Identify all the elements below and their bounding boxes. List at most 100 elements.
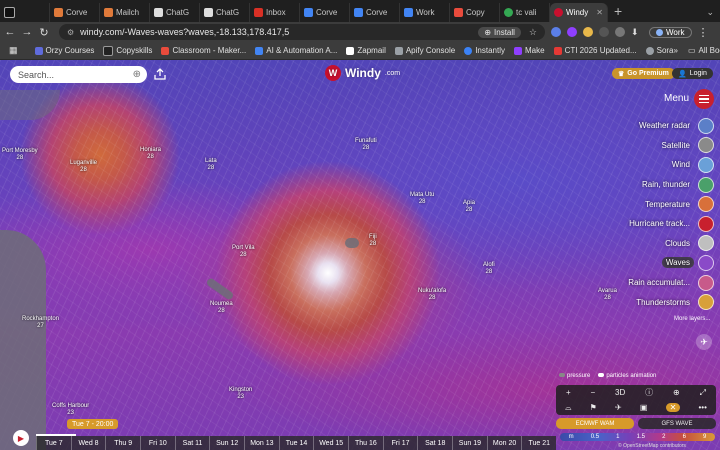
place-label[interactable]: Port Moresby 28 bbox=[2, 148, 38, 162]
download-icon[interactable]: ⬇ bbox=[631, 27, 641, 37]
bookmark-item[interactable]: Zapmail bbox=[346, 46, 386, 55]
place-label[interactable]: Noumea 28 bbox=[210, 301, 233, 315]
timeline-day[interactable]: Thu 16 bbox=[348, 436, 383, 450]
bookmark-item[interactable]: Sora bbox=[645, 46, 674, 55]
browser-tab[interactable]: Inbox bbox=[250, 3, 300, 22]
zoom-out-button[interactable]: − bbox=[590, 388, 595, 397]
timeline-day[interactable]: Tue 21 bbox=[521, 436, 556, 450]
timeline-day[interactable]: Sat 18 bbox=[417, 436, 452, 450]
place-label[interactable]: Lata 28 bbox=[205, 158, 217, 172]
flag-icon[interactable]: ⚑ bbox=[590, 403, 597, 412]
place-label[interactable]: Port Vila 28 bbox=[232, 245, 255, 259]
bookmark-item[interactable]: Apify Console bbox=[394, 46, 455, 55]
layer-item[interactable]: Clouds bbox=[594, 234, 714, 254]
browser-tab[interactable]: Copy bbox=[450, 3, 500, 22]
new-tab-button[interactable]: + bbox=[608, 3, 628, 22]
bookmark-star-icon[interactable]: ☆ bbox=[529, 27, 537, 38]
forward-icon[interactable]: → bbox=[20, 26, 34, 38]
timeline-day[interactable]: Sun 19 bbox=[452, 436, 487, 450]
layer-item[interactable]: Weather radar bbox=[594, 116, 714, 136]
zoom-in-button[interactable]: + bbox=[566, 388, 571, 397]
apps-grid-icon[interactable]: ▦ bbox=[9, 45, 18, 56]
menu-label[interactable]: Menu bbox=[664, 93, 689, 104]
compass-icon[interactable]: ⊕ bbox=[673, 388, 680, 397]
timeline-day[interactable]: Tue 14 bbox=[278, 436, 314, 450]
place-label[interactable]: Honiara 28 bbox=[140, 147, 161, 161]
place-label[interactable]: Fiji 28 bbox=[369, 234, 377, 248]
place-label[interactable]: Alofi 28 bbox=[483, 262, 495, 276]
browser-menu-icon[interactable]: ⋮ bbox=[698, 26, 709, 39]
browser-tab[interactable] bbox=[0, 3, 50, 22]
locate-me-icon[interactable]: ⊕ bbox=[133, 69, 141, 80]
browser-tab[interactable]: Work bbox=[400, 3, 450, 22]
layer-item[interactable]: Hurricane track... bbox=[594, 214, 714, 234]
share-button[interactable] bbox=[152, 66, 168, 82]
camera-icon[interactable]: ▣ bbox=[640, 403, 648, 412]
model-gfs-wave-button[interactable]: GFS WAVE bbox=[638, 418, 716, 429]
airplane-icon[interactable]: ✈ bbox=[696, 334, 712, 350]
windy-logo[interactable]: W Windy .com bbox=[325, 65, 400, 81]
info-icon[interactable]: ⓘ bbox=[645, 387, 653, 398]
timeline-day[interactable]: Tue 7 bbox=[36, 436, 71, 450]
place-label[interactable]: Mata Utu 28 bbox=[410, 192, 434, 206]
go-premium-button[interactable]: ♛ Go Premium bbox=[612, 68, 675, 79]
place-label[interactable]: Coffs Harbour 23 bbox=[52, 403, 89, 417]
close-icon[interactable]: ✕ bbox=[665, 403, 681, 412]
place-label[interactable]: Nuku'alofa 28 bbox=[418, 288, 446, 302]
layer-item[interactable]: Rain accumulat... bbox=[594, 273, 714, 293]
tab-search-icon[interactable]: ⌄ bbox=[700, 3, 720, 22]
layer-item[interactable]: Satellite bbox=[594, 136, 714, 156]
layer-item[interactable]: Temperature bbox=[594, 194, 714, 214]
timeline-day[interactable]: Mon 20 bbox=[486, 436, 522, 450]
bookmark-item[interactable]: Make bbox=[514, 46, 545, 55]
measure-icon[interactable]: ⌓ bbox=[565, 403, 571, 413]
bookmark-item[interactable]: AI & Automation A... bbox=[255, 46, 337, 55]
play-button[interactable]: ▶ bbox=[13, 430, 29, 446]
extension-icon[interactable] bbox=[551, 27, 561, 37]
hamburger-menu-button[interactable] bbox=[694, 89, 714, 109]
bookmark-item[interactable]: Copyskills bbox=[103, 45, 152, 56]
search-input[interactable]: Search... ⊕ bbox=[10, 66, 147, 83]
reload-icon[interactable]: ↻ bbox=[37, 26, 51, 39]
timeline-day[interactable]: Wed 8 bbox=[70, 436, 106, 450]
browser-tab[interactable]: Corve bbox=[50, 3, 100, 22]
address-bar[interactable]: ⚙ windy.com/-Waves-waves?waves,-18.133,1… bbox=[59, 24, 545, 40]
site-info-icon[interactable]: ⚙ bbox=[67, 28, 74, 37]
place-label[interactable]: Apia 28 bbox=[463, 200, 475, 214]
browser-tab[interactable]: Corve bbox=[300, 3, 350, 22]
timeline-bar[interactable]: Tue 7 Wed 8 Thu 9 Fri 10 Sat 11 Sun 12 Mon 13 T… bbox=[36, 436, 556, 450]
place-label[interactable]: Luganville 28 bbox=[70, 160, 97, 174]
more-bookmarks-icon[interactable]: » bbox=[674, 46, 678, 55]
timeline-day[interactable]: Wed 15 bbox=[313, 436, 348, 450]
place-label[interactable]: Funafuti 28 bbox=[355, 138, 377, 152]
place-label[interactable]: Kingston 23 bbox=[229, 387, 252, 401]
browser-tab[interactable]: Mailch bbox=[100, 3, 150, 22]
install-app-button[interactable]: ⊕ Install bbox=[478, 26, 521, 38]
timeline-day[interactable]: Thu 9 bbox=[105, 436, 140, 450]
browser-tab[interactable]: ChatG bbox=[150, 3, 200, 22]
more-options-icon[interactable]: ••• bbox=[699, 403, 707, 412]
more-layers-link[interactable]: More layers... bbox=[674, 316, 710, 322]
extension-icon[interactable] bbox=[583, 27, 593, 37]
extensions-puzzle-icon[interactable] bbox=[615, 27, 625, 37]
bookmark-item[interactable]: Classroom - Maker... bbox=[161, 46, 246, 55]
login-button[interactable]: 👤 Login bbox=[672, 68, 713, 79]
browser-tab[interactable]: tc vali bbox=[500, 3, 550, 22]
bookmark-item[interactable]: CTI 2026 Updated... bbox=[553, 46, 637, 55]
layer-item[interactable]: Waves bbox=[594, 253, 714, 273]
timeline-day[interactable]: Mon 13 bbox=[244, 436, 279, 450]
pressure-toggle[interactable]: pressure bbox=[559, 373, 590, 379]
particles-toggle[interactable]: particles animation bbox=[598, 373, 656, 379]
extension-icon[interactable] bbox=[567, 27, 577, 37]
browser-tab-active[interactable]: Windy ✕ bbox=[550, 3, 608, 22]
profile-button[interactable]: Work bbox=[649, 26, 692, 38]
extension-icon[interactable] bbox=[599, 27, 609, 37]
layer-item[interactable]: Rain, thunder bbox=[594, 175, 714, 195]
bookmark-item[interactable]: Orzy Courses bbox=[34, 46, 94, 55]
plane-mode-icon[interactable]: ✈ bbox=[615, 403, 622, 412]
layer-item[interactable]: Wind bbox=[594, 155, 714, 175]
place-label[interactable]: Rockhampton 27 bbox=[22, 316, 59, 330]
layer-item[interactable]: Thunderstorms bbox=[594, 292, 714, 312]
timeline-day[interactable]: Sat 11 bbox=[174, 436, 210, 450]
3d-view-button[interactable]: 3D bbox=[615, 388, 625, 397]
